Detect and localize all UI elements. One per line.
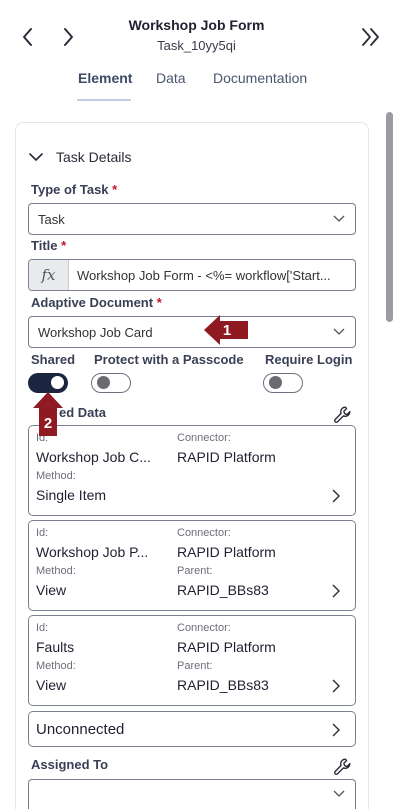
chevron-down-icon bbox=[333, 215, 345, 222]
id-value: Workshop Job C... bbox=[36, 449, 151, 465]
connector-key: Connector: bbox=[177, 432, 231, 444]
adaptive-document-select[interactable]: Workshop Job Card bbox=[28, 316, 356, 348]
chevron-right-icon[interactable] bbox=[331, 583, 341, 599]
unconnected-label: Unconnected bbox=[36, 721, 125, 738]
passcode-label: Protect with a Passcode bbox=[94, 352, 244, 367]
toggle-knob bbox=[97, 376, 110, 389]
id-value: Workshop Job P... bbox=[36, 544, 149, 560]
method-key: Method: bbox=[36, 470, 76, 482]
page-subtitle: Task_10yy5qi bbox=[157, 38, 236, 53]
callout-label-1: 1 bbox=[222, 321, 232, 339]
shared-label: Shared bbox=[31, 352, 76, 367]
title-label: Title * bbox=[31, 238, 67, 253]
linked-data-card[interactable]: Id: Connector: Faults RAPID Platform Met… bbox=[28, 615, 356, 706]
wrench-icon[interactable] bbox=[332, 756, 354, 778]
chevron-right-icon[interactable] bbox=[331, 722, 341, 738]
require-login-label: Require Login bbox=[265, 352, 353, 367]
require-login-toggle[interactable] bbox=[263, 373, 303, 393]
double-chevron-right-icon[interactable] bbox=[358, 24, 384, 50]
method-value: View bbox=[36, 677, 67, 693]
section-title: Task Details bbox=[56, 149, 132, 165]
type-of-task-value: Task bbox=[38, 212, 65, 227]
unconnected-item[interactable]: Unconnected bbox=[28, 711, 356, 747]
scrollbar[interactable] bbox=[386, 112, 393, 322]
parent-key: Parent: bbox=[177, 565, 213, 577]
chevron-right-icon[interactable] bbox=[331, 488, 341, 504]
active-tab-indicator bbox=[77, 99, 131, 101]
method-value: View bbox=[36, 582, 67, 598]
parent-value: RAPID_BBs83 bbox=[177, 582, 269, 598]
assigned-to-select[interactable] bbox=[28, 779, 356, 809]
toggle-knob bbox=[269, 376, 282, 389]
id-value: Faults bbox=[36, 639, 75, 655]
tab-bar: Element Data Documentation bbox=[0, 70, 393, 102]
tab-element[interactable]: Element bbox=[78, 70, 132, 86]
title-value: Workshop Job Form - <%= workflow['Start.… bbox=[77, 268, 331, 283]
parent-value: RAPID_BBs83 bbox=[177, 677, 269, 693]
callout-label-2: 2 bbox=[43, 414, 53, 432]
tab-data[interactable]: Data bbox=[156, 70, 186, 86]
type-of-task-label: Type of Task * bbox=[31, 182, 118, 197]
connector-value: RAPID Platform bbox=[177, 639, 276, 655]
type-of-task-select[interactable]: Task bbox=[28, 203, 356, 235]
passcode-toggle[interactable] bbox=[91, 373, 131, 393]
assigned-to-label: Assigned To bbox=[31, 757, 109, 772]
linked-data-card[interactable]: Id: Connector: Workshop Job C... RAPID P… bbox=[28, 425, 356, 516]
chevron-down-icon bbox=[29, 153, 43, 161]
chevron-right-icon[interactable] bbox=[331, 678, 341, 694]
chevron-down-icon bbox=[333, 790, 345, 797]
shared-toggle[interactable] bbox=[28, 373, 68, 393]
header: Workshop Job Form Task_10yy5qi Element D… bbox=[0, 0, 393, 110]
adaptive-document-label: Adaptive Document * bbox=[31, 295, 162, 310]
title-expression-field[interactable]: fx Workshop Job Form - <%= workflow['Sta… bbox=[28, 259, 356, 291]
wrench-icon[interactable] bbox=[332, 404, 354, 426]
toggle-knob bbox=[51, 376, 64, 389]
task-details-header[interactable]: Task Details bbox=[28, 146, 131, 168]
parent-key: Parent: bbox=[177, 660, 213, 672]
method-key: Method: bbox=[36, 660, 76, 672]
connector-key: Connector: bbox=[177, 527, 231, 539]
connector-value: RAPID Platform bbox=[177, 544, 276, 560]
adaptive-document-value: Workshop Job Card bbox=[38, 325, 153, 340]
id-key: Id: bbox=[36, 622, 49, 634]
linked-data-label: ed Data bbox=[59, 405, 106, 420]
method-key: Method: bbox=[36, 565, 76, 577]
chevron-down-icon bbox=[333, 328, 345, 335]
tab-documentation[interactable]: Documentation bbox=[213, 70, 307, 86]
connector-value: RAPID Platform bbox=[177, 449, 276, 465]
connector-key: Connector: bbox=[177, 622, 231, 634]
id-key: Id: bbox=[36, 527, 49, 539]
function-icon[interactable]: fx bbox=[29, 260, 69, 290]
page-title: Workshop Job Form bbox=[128, 17, 265, 33]
method-value: Single Item bbox=[36, 487, 107, 503]
linked-data-card[interactable]: Id: Connector: Workshop Job P... RAPID P… bbox=[28, 520, 356, 611]
